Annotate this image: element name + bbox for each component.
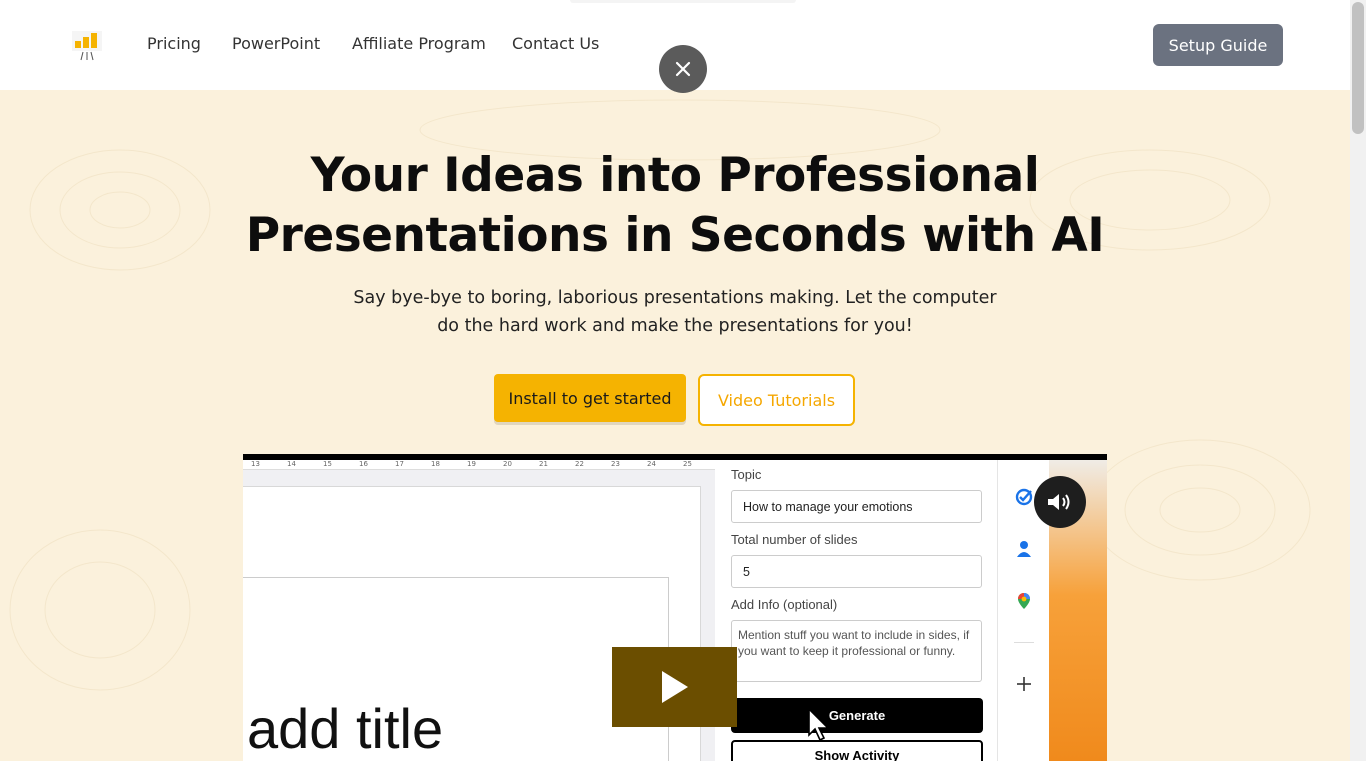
logo-icon[interactable] [72,28,104,62]
add-info-label: Add Info (optional) [731,597,838,612]
slide-title: add title [247,697,444,760]
ruler-tick: 13 [251,460,260,468]
close-icon [675,61,691,77]
ruler-tick: 15 [323,460,332,468]
nav-contact-us[interactable]: Contact Us [512,34,599,53]
ruler-tick: 18 [431,460,440,468]
side-divider [1014,642,1034,643]
setup-guide-button[interactable]: Setup Guide [1153,24,1283,66]
ruler-tick: 25 [683,460,692,468]
video-tutorials-button[interactable]: Video Tutorials [698,374,855,426]
ruler-tick: 23 [611,460,620,468]
headline-line-2: Presentations in Seconds with AI [245,208,1105,263]
slides-count-input[interactable]: 5 [731,555,982,588]
tasks-icon[interactable] [1015,488,1033,506]
topic-label: Topic [731,467,762,482]
hero-headline: Your Ideas into Professional Presentatio… [200,146,1150,266]
nav-affiliate-program[interactable]: Affiliate Program [352,34,486,53]
subtext-line-1: Say bye-bye to boring, laborious present… [353,288,997,308]
plus-icon[interactable] [1015,675,1033,693]
play-button[interactable] [612,647,737,727]
install-button[interactable]: Install to get started [494,374,686,422]
ruler-tick: 16 [359,460,368,468]
headline-line-1: Your Ideas into Professional [310,148,1040,203]
ruler-tick: 24 [647,460,656,468]
nav-pricing[interactable]: Pricing [147,34,201,53]
cursor-icon [808,707,830,742]
sound-icon [1048,494,1070,510]
scrollbar-thumb[interactable] [1352,2,1364,134]
demo-video[interactable]: 13 14 15 16 17 18 19 20 21 22 23 24 25 a… [243,454,1107,761]
top-tab [570,0,796,3]
ruler-tick: 22 [575,460,584,468]
ruler-tick: 17 [395,460,404,468]
show-activity-button[interactable]: Show Activity [731,740,983,761]
hero-subtext: Say bye-bye to boring, laborious present… [330,284,1020,340]
ruler-tick: 14 [287,460,296,468]
ruler-tick: 21 [539,460,548,468]
slides-count-label: Total number of slides [731,532,858,547]
play-icon [661,671,688,703]
generate-button[interactable]: Generate [731,698,983,733]
subtext-line-2: do the hard work and make the presentati… [437,316,913,336]
generator-panel: Topic How to manage your emotions Total … [715,460,997,761]
sound-button[interactable] [1034,476,1086,528]
ruler-tick: 19 [467,460,476,468]
topic-input[interactable]: How to manage your emotions [731,490,982,523]
nav-powerpoint[interactable]: PowerPoint [232,34,320,53]
add-info-textarea[interactable]: Mention stuff you want to include in sid… [731,620,982,682]
ruler: 13 14 15 16 17 18 19 20 21 22 23 24 25 [243,460,715,470]
maps-icon[interactable] [1015,592,1033,610]
ruler-tick: 20 [503,460,512,468]
contacts-icon[interactable] [1015,540,1033,558]
close-button[interactable] [659,45,707,93]
